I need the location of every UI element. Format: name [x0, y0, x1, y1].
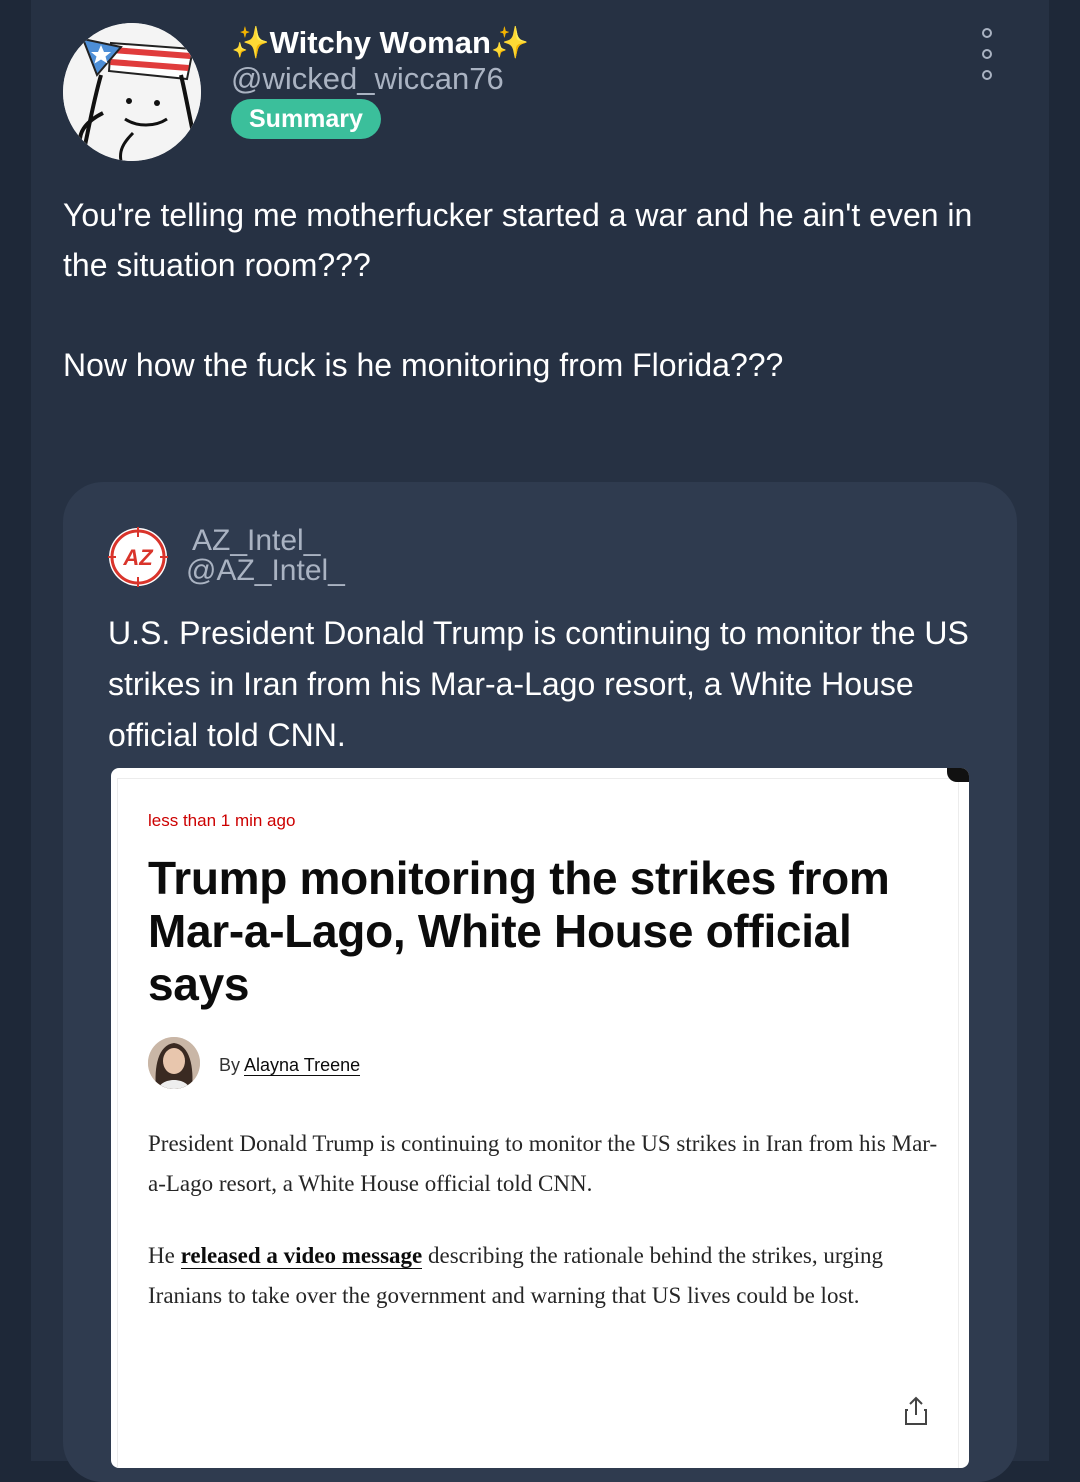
more-vertical-icon[interactable] — [972, 28, 1002, 80]
article-byline: By Alayna Treene — [219, 1054, 361, 1076]
az-logo-text: AZ — [122, 545, 154, 570]
article-headline: Trump monitoring the strikes from Mar-a-… — [148, 852, 890, 1010]
article-timestamp: less than 1 min ago — [148, 811, 296, 830]
post-paragraph: You're telling me motherfucker started a… — [63, 197, 973, 283]
article-paragraph: He released a video message describing t… — [148, 1236, 948, 1316]
post-body: You're telling me motherfucker started a… — [63, 190, 993, 390]
post-paragraph: Now how the fuck is he monitoring from F… — [63, 347, 784, 383]
author-name[interactable]: ✨Witchy Woman✨ — [231, 24, 530, 62]
author-portrait — [148, 1037, 200, 1089]
az-intel-logo-avatar[interactable]: AZ — [108, 527, 168, 587]
menu-dot — [982, 28, 992, 38]
article-body: President Donald Trump is continuing to … — [148, 1124, 948, 1316]
menu-dot — [982, 70, 992, 80]
author-handle[interactable]: @wicked_wiccan76 — [231, 60, 504, 98]
avatar-illustration — [63, 23, 201, 161]
article-screenshot[interactable]: less than 1 min ago Trump monitoring the… — [111, 768, 969, 1468]
author-avatar[interactable] — [63, 23, 201, 161]
quoted-author-handle[interactable]: @AZ_Intel_ — [186, 554, 345, 588]
video-message-link[interactable]: released a video message — [180, 1243, 423, 1269]
menu-dot — [982, 49, 992, 59]
share-glyph — [905, 1396, 927, 1425]
author-photo — [148, 1037, 200, 1089]
summary-badge[interactable]: Summary — [231, 99, 381, 139]
byline-prefix: By — [219, 1055, 241, 1075]
byline-author-link[interactable]: Alayna Treene — [244, 1055, 361, 1076]
paragraph-text: He — [148, 1243, 175, 1268]
article-paragraph: President Donald Trump is continuing to … — [148, 1131, 938, 1196]
quoted-post-text: U.S. President Donald Trump is continuin… — [108, 615, 969, 753]
az-logo-icon: AZ — [108, 527, 168, 587]
quoted-author-name[interactable]: AZ_Intel_ — [192, 524, 320, 558]
screenshot-corner — [947, 768, 969, 782]
share-icon[interactable] — [903, 1396, 929, 1426]
